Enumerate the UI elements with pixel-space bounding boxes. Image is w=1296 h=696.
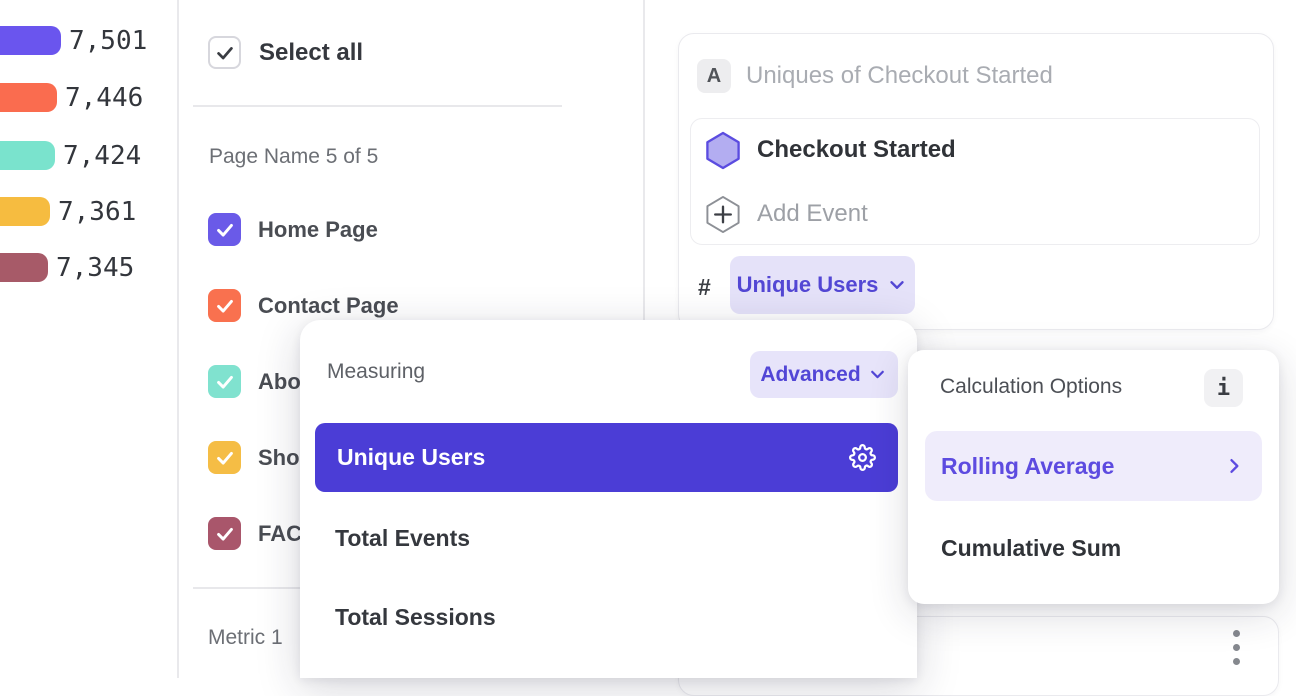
chevron-right-icon: [1224, 456, 1244, 476]
legend-value: 7,501: [69, 26, 147, 56]
option-total-sessions[interactable]: Total Sessions: [335, 600, 496, 634]
legend-bar: [0, 83, 57, 112]
option-unique-users-selected[interactable]: Unique Users: [315, 423, 898, 492]
checkbox-label[interactable]: Abo: [258, 365, 301, 398]
divider: [193, 587, 303, 589]
check-icon: [214, 295, 236, 317]
kebab-dot: [1233, 644, 1240, 651]
legend-bar: [0, 253, 48, 282]
option-label: Rolling Average: [941, 453, 1114, 480]
checkbox-label[interactable]: Sho: [258, 441, 300, 474]
checkbox-label[interactable]: FAC: [258, 517, 302, 550]
chevron-down-icon: [886, 274, 908, 296]
series-letter-badge: A: [697, 59, 731, 93]
check-icon: [214, 523, 236, 545]
info-icon[interactable]: i: [1204, 369, 1243, 407]
chevron-down-icon: [867, 364, 888, 385]
series-name-input[interactable]: Uniques of Checkout Started: [746, 59, 1053, 93]
gear-icon[interactable]: [849, 444, 876, 471]
legend-value: 7,361: [58, 197, 136, 227]
legend-bar: [0, 26, 61, 55]
panel-divider-left: [177, 0, 179, 678]
legend-value: 7,446: [65, 83, 143, 113]
check-icon: [214, 371, 236, 393]
measuring-title: Measuring: [327, 360, 425, 384]
event-name[interactable]: Checkout Started: [757, 133, 956, 167]
measurement-dropdown-chip[interactable]: Unique Users: [730, 256, 915, 314]
checkbox-contact-page[interactable]: [208, 289, 241, 322]
event-hexagon-icon: [704, 131, 742, 170]
legend-bar: [0, 197, 50, 226]
legend-value: 7,345: [56, 253, 134, 283]
checkbox-label[interactable]: Home Page: [258, 213, 378, 246]
checkbox-faq-page[interactable]: [208, 517, 241, 550]
legend-bar: [0, 141, 55, 170]
add-event-icon[interactable]: [704, 195, 742, 234]
checkbox-label[interactable]: Contact Page: [258, 289, 399, 322]
checkbox-about-page[interactable]: [208, 365, 241, 398]
checkbox-home-page[interactable]: [208, 213, 241, 246]
more-options-button[interactable]: [1233, 630, 1240, 665]
check-icon: [214, 42, 236, 64]
add-event-button[interactable]: Add Event: [757, 197, 868, 231]
legend-row: 7,424: [0, 141, 141, 170]
check-icon: [214, 447, 236, 469]
measurement-prefix: #: [698, 271, 711, 304]
option-rolling-average[interactable]: Rolling Average: [925, 431, 1262, 501]
metric-label: Metric 1: [208, 626, 283, 650]
select-all-checkbox[interactable]: [208, 36, 241, 69]
legend-row: 7,446: [0, 83, 143, 112]
legend-value: 7,424: [63, 141, 141, 171]
kebab-dot: [1233, 630, 1240, 637]
select-all-label[interactable]: Select all: [259, 36, 363, 69]
divider: [193, 105, 562, 107]
group-by-label: Page Name 5 of 5: [209, 145, 378, 169]
kebab-dot: [1233, 658, 1240, 665]
calculation-options-title: Calculation Options: [940, 375, 1122, 399]
legend-row: 7,501: [0, 26, 147, 55]
option-total-events[interactable]: Total Events: [335, 521, 470, 555]
advanced-label: Advanced: [760, 363, 860, 387]
check-icon: [214, 219, 236, 241]
legend-row: 7,345: [0, 253, 134, 282]
legend-row: 7,361: [0, 197, 136, 226]
measurement-value: Unique Users: [737, 272, 879, 298]
option-label: Unique Users: [337, 444, 485, 471]
advanced-mode-dropdown[interactable]: Advanced: [750, 351, 898, 398]
option-cumulative-sum[interactable]: Cumulative Sum: [941, 531, 1121, 565]
checkbox-shop-page[interactable]: [208, 441, 241, 474]
